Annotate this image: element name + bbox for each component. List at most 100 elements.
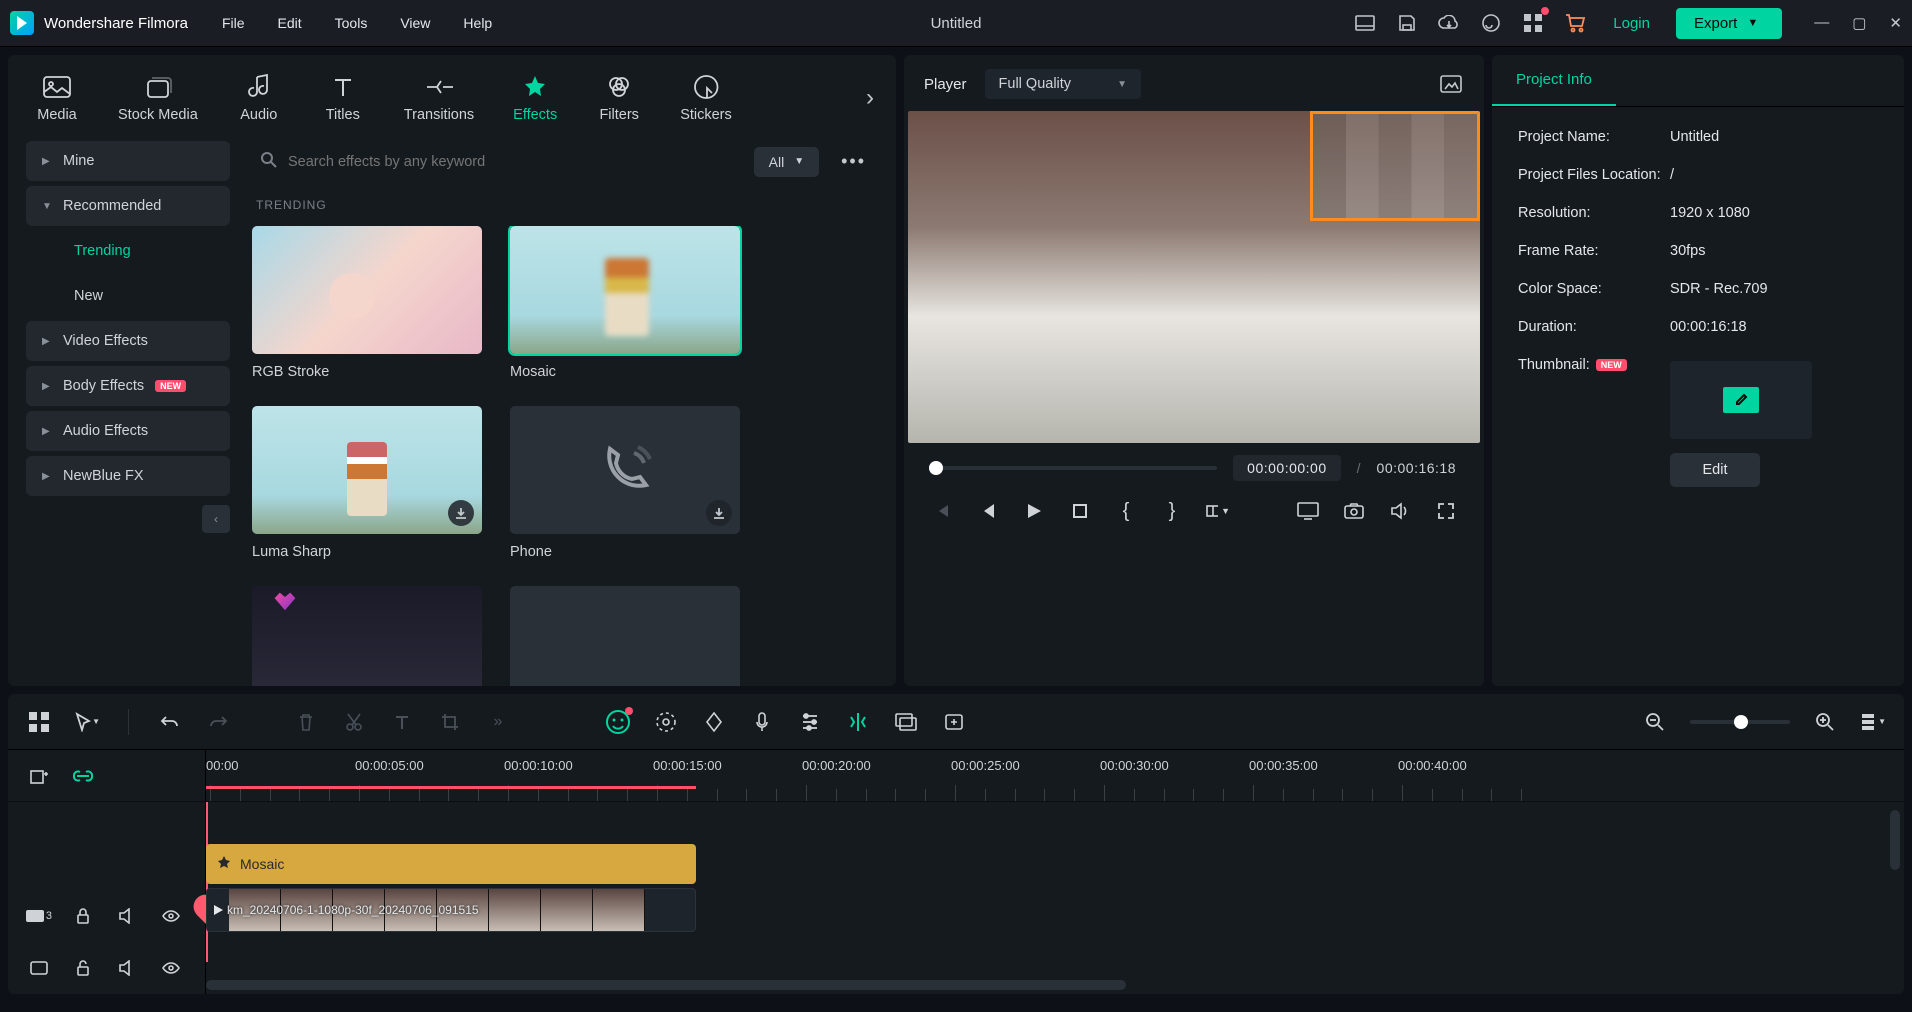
tab-transitions[interactable]: Transitions	[392, 63, 486, 133]
track-visibility-icon[interactable]	[158, 903, 184, 929]
layout-icon[interactable]	[1353, 11, 1377, 35]
clip-options-button[interactable]: ▼	[1206, 499, 1230, 523]
video-preview[interactable]	[908, 111, 1480, 443]
delete-button[interactable]	[293, 709, 319, 735]
mark-out-button[interactable]: }	[1160, 499, 1184, 523]
thumbnail-preview[interactable]	[1670, 361, 1812, 439]
tab-stock-media[interactable]: Stock Media	[106, 63, 210, 133]
menu-tools[interactable]: Tools	[335, 15, 368, 31]
timecode-current[interactable]: 00:00:00:00	[1233, 455, 1340, 481]
track-lock-icon[interactable]	[70, 955, 96, 981]
redo-button[interactable]	[205, 709, 231, 735]
zoom-out-button[interactable]	[1642, 709, 1668, 735]
link-tracks-icon[interactable]	[70, 763, 96, 789]
tab-titles[interactable]: Titles	[308, 63, 378, 133]
text-button[interactable]	[389, 709, 415, 735]
tab-audio[interactable]: Audio	[224, 63, 294, 133]
cart-icon[interactable]	[1563, 11, 1587, 35]
undo-button[interactable]	[157, 709, 183, 735]
menu-view[interactable]: View	[400, 15, 430, 31]
mosaic-effect-overlay[interactable]	[1310, 111, 1480, 221]
effect-card-rgb-stroke[interactable]: RGB Stroke	[252, 226, 482, 380]
sidebar-item-audio-effects[interactable]: ▶Audio Effects	[26, 411, 230, 451]
track-lock-icon[interactable]	[70, 903, 96, 929]
more-options-icon[interactable]: •••	[831, 151, 876, 172]
step-back-button[interactable]	[976, 499, 1000, 523]
timeline-scrollbar-vertical[interactable]	[1890, 810, 1900, 870]
search-input[interactable]	[288, 154, 734, 170]
export-button[interactable]: Export▼	[1676, 8, 1782, 39]
sidebar-item-video-effects[interactable]: ▶Video Effects	[26, 321, 230, 361]
timeline-effect-clip[interactable]: Mosaic	[206, 844, 696, 884]
play-button[interactable]	[1022, 499, 1046, 523]
tab-stickers[interactable]: Stickers	[668, 63, 744, 133]
download-icon[interactable]	[448, 500, 474, 526]
apps-icon[interactable]	[1521, 11, 1545, 35]
tabs-scroll-right-icon[interactable]: ›	[858, 84, 882, 112]
volume-button[interactable]	[1388, 499, 1412, 523]
snapshot-button[interactable]	[1342, 499, 1366, 523]
sidebar-item-mine[interactable]: ▶Mine	[26, 141, 230, 181]
timeline-work-area[interactable]	[206, 786, 696, 789]
sidebar-item-body-effects[interactable]: ▶Body EffectsNEW	[26, 366, 230, 406]
split-tool-icon[interactable]	[845, 709, 871, 735]
save-icon[interactable]	[1395, 11, 1419, 35]
sidebar-item-newblue-fx[interactable]: ▶NewBlue FX	[26, 456, 230, 496]
menu-edit[interactable]: Edit	[278, 15, 302, 31]
sidebar-item-new[interactable]: New	[26, 276, 230, 316]
window-maximize-icon[interactable]: ▢	[1852, 14, 1866, 32]
render-icon[interactable]	[893, 709, 919, 735]
display-settings-button[interactable]	[1296, 499, 1320, 523]
sidebar-collapse-button[interactable]: ‹	[202, 505, 230, 533]
timeline-tracks-area[interactable]: 00:0000:00:05:0000:00:10:0000:00:15:0000…	[206, 750, 1904, 994]
sidebar-item-trending[interactable]: Trending	[26, 231, 230, 271]
tool-grid-icon[interactable]	[26, 709, 52, 735]
support-icon[interactable]	[1479, 11, 1503, 35]
voiceover-icon[interactable]	[749, 709, 775, 735]
more-tools-icon[interactable]: »	[485, 709, 511, 735]
track-mute-icon[interactable]	[114, 955, 140, 981]
add-track-icon[interactable]	[26, 763, 52, 789]
tool-cursor-icon[interactable]: ▼	[74, 709, 100, 735]
filter-dropdown[interactable]: All▼	[754, 147, 819, 177]
tab-media[interactable]: Media	[22, 63, 92, 133]
effect-card-extra-1[interactable]	[252, 586, 482, 686]
scrub-slider[interactable]	[932, 466, 1217, 470]
timeline-ruler[interactable]: 00:0000:00:05:0000:00:10:0000:00:15:0000…	[206, 750, 1904, 802]
keyframe-tool-icon[interactable]	[701, 709, 727, 735]
ai-tool-icon[interactable]	[605, 709, 631, 735]
effect-card-luma-sharp[interactable]: Luma Sharp	[252, 406, 482, 560]
zoom-slider[interactable]	[1690, 720, 1790, 724]
zoom-slider-thumb[interactable]	[1734, 715, 1748, 729]
timeline-view-icon[interactable]: ▼	[1860, 709, 1886, 735]
track-mute-icon[interactable]	[114, 903, 140, 929]
effect-card-phone[interactable]: Phone	[510, 406, 740, 560]
cut-button[interactable]	[341, 709, 367, 735]
login-button[interactable]: Login	[1605, 11, 1658, 36]
effect-card-mosaic[interactable]: Mosaic	[510, 226, 740, 380]
stop-button[interactable]	[1068, 499, 1092, 523]
marker-icon[interactable]	[941, 709, 967, 735]
project-info-tab[interactable]: Project Info	[1492, 55, 1616, 106]
cloud-icon[interactable]	[1437, 11, 1461, 35]
snapshot-compare-icon[interactable]	[1438, 71, 1464, 97]
edit-thumbnail-button[interactable]: Edit	[1670, 453, 1760, 487]
crop-button[interactable]	[437, 709, 463, 735]
quality-dropdown[interactable]: Full Quality▼	[985, 69, 1141, 99]
mark-in-button[interactable]: {	[1114, 499, 1138, 523]
timeline-scrollbar-horizontal[interactable]	[206, 980, 1904, 990]
prev-frame-button[interactable]	[930, 499, 954, 523]
download-icon[interactable]	[706, 500, 732, 526]
tab-effects[interactable]: Effects	[500, 63, 570, 133]
color-tool-icon[interactable]	[653, 709, 679, 735]
effect-card-extra-2[interactable]	[510, 586, 740, 686]
window-close-icon[interactable]: ✕	[1889, 14, 1902, 32]
zoom-in-button[interactable]	[1812, 709, 1838, 735]
tab-filters[interactable]: Filters	[584, 63, 654, 133]
scrub-thumb[interactable]	[929, 461, 943, 475]
fullscreen-button[interactable]	[1434, 499, 1458, 523]
sidebar-item-recommended[interactable]: ▼Recommended	[26, 186, 230, 226]
menu-file[interactable]: File	[222, 15, 245, 31]
menu-help[interactable]: Help	[463, 15, 492, 31]
timeline-video-clip[interactable]: km_20240706-1-1080p-30f_20240706_091515	[206, 888, 696, 932]
